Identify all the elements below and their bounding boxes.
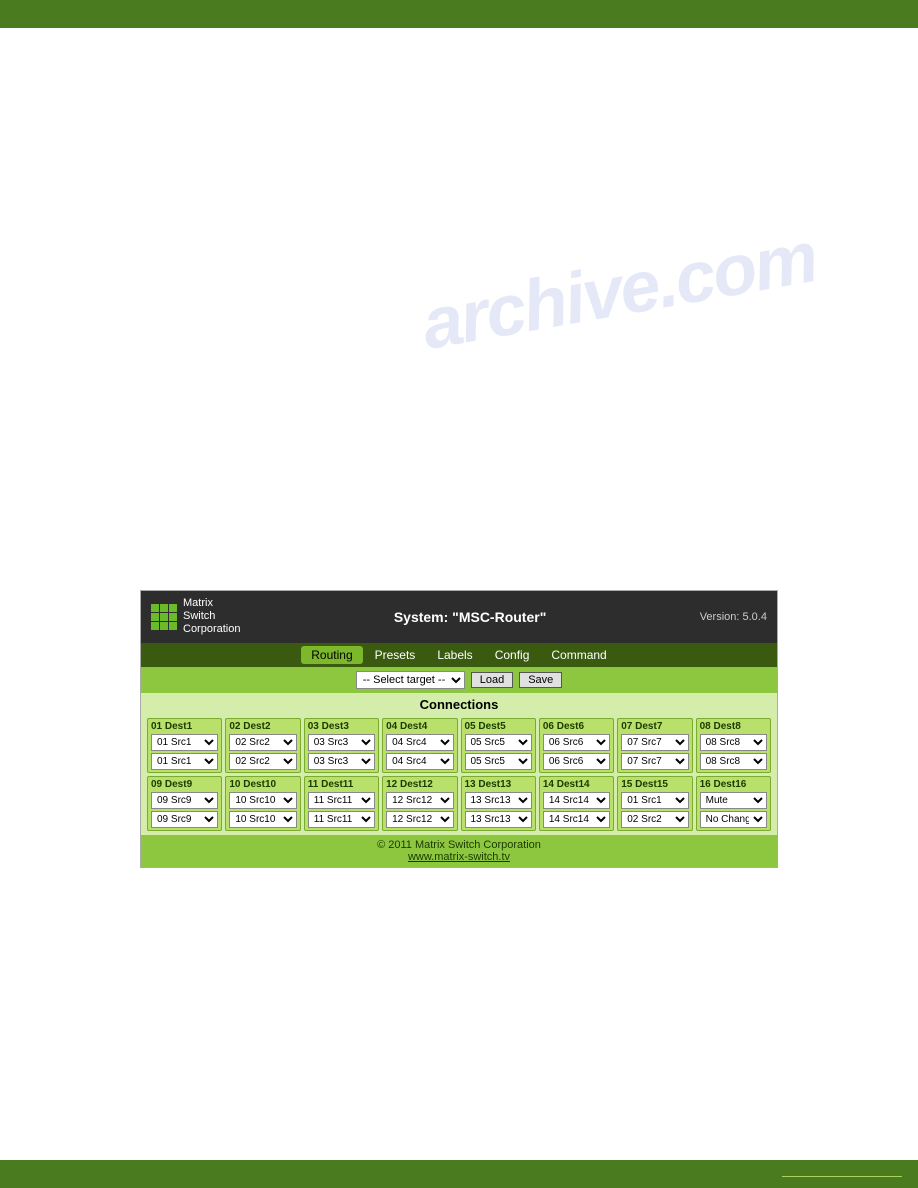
dest-label-dest10: 10 Dest10 xyxy=(229,779,296,790)
dest-label-dest9: 09 Dest9 xyxy=(151,779,218,790)
dest-label-dest14: 14 Dest14 xyxy=(543,779,610,790)
dest-select-dest2-1[interactable]: 02 Src2 xyxy=(229,753,296,770)
bottom-bar xyxy=(0,1160,918,1188)
dest-select-dest8-0[interactable]: 08 Src8 xyxy=(700,734,767,751)
dest-label-dest8: 08 Dest8 xyxy=(700,721,767,732)
dest-select-dest12-0[interactable]: 12 Src12 xyxy=(386,792,453,809)
dest-select-dest11-1[interactable]: 11 Src11 xyxy=(308,811,375,828)
dest-select-dest7-0[interactable]: 07 Src7 xyxy=(621,734,688,751)
dest-select-dest10-0[interactable]: 10 Src10 xyxy=(229,792,296,809)
dest-select-dest7-1[interactable]: 07 Src7 xyxy=(621,753,688,770)
dest-block-dest16: 16 Dest16 Mute No Change xyxy=(696,776,771,831)
save-button[interactable]: Save xyxy=(519,672,562,688)
connections-title: Connections xyxy=(141,693,777,714)
dest-select-dest8-1[interactable]: 08 Src8 xyxy=(700,753,767,770)
dest-label-dest3: 03 Dest3 xyxy=(308,721,375,732)
dest-select-dest12-1[interactable]: 12 Src12 xyxy=(386,811,453,828)
load-button[interactable]: Load xyxy=(471,672,513,688)
dest-select-dest3-0[interactable]: 03 Src3 xyxy=(308,734,375,751)
dest-select-dest13-0[interactable]: 13 Src13 xyxy=(465,792,532,809)
logo-text: MatrixSwitchCorporation xyxy=(183,597,240,637)
dest-select-dest9-1[interactable]: 09 Src9 xyxy=(151,811,218,828)
dest-label-dest4: 04 Dest4 xyxy=(386,721,453,732)
logo-cell xyxy=(169,622,177,630)
dest-block-dest3: 03 Dest3 03 Src3 03 Src3 xyxy=(304,718,379,773)
dest-label-dest16: 16 Dest16 xyxy=(700,779,767,790)
system-title: System: "MSC-Router" xyxy=(394,609,547,625)
dest-select-dest15-0[interactable]: 01 Src1 xyxy=(621,792,688,809)
version-label: Version: 5.0.4 xyxy=(700,611,767,623)
dest-block-dest4: 04 Dest4 04 Src4 04 Src4 xyxy=(382,718,457,773)
dest-select-dest4-1[interactable]: 04 Src4 xyxy=(386,753,453,770)
logo-cell xyxy=(160,604,168,612)
dest-label-dest6: 06 Dest6 xyxy=(543,721,610,732)
logo-cell xyxy=(160,613,168,621)
dest-block-dest14: 14 Dest14 14 Src14 14 Src14 xyxy=(539,776,614,831)
dest-select-dest1-1[interactable]: 01 Src1 xyxy=(151,753,218,770)
dest-block-dest7: 07 Dest7 07 Src7 07 Src7 xyxy=(617,718,692,773)
logo-cell xyxy=(151,622,159,630)
bottom-bar-line xyxy=(782,1176,902,1177)
dest-block-dest6: 06 Dest6 06 Src6 06 Src6 xyxy=(539,718,614,773)
top-bar xyxy=(0,0,918,28)
dest-select-dest4-0[interactable]: 04 Src4 xyxy=(386,734,453,751)
dest-select-dest14-0[interactable]: 14 Src14 xyxy=(543,792,610,809)
select-target[interactable]: -- Select target -- xyxy=(356,671,465,689)
dest-block-dest2: 02 Dest2 02 Src2 02 Src2 xyxy=(225,718,300,773)
tab-command[interactable]: Command xyxy=(541,646,616,664)
website-link[interactable]: www.matrix-switch.tv xyxy=(408,851,510,863)
watermark: archive.com xyxy=(416,216,822,366)
dest-block-dest12: 12 Dest12 12 Src12 12 Src12 xyxy=(382,776,457,831)
logo-cell xyxy=(160,622,168,630)
logo-grid xyxy=(151,604,177,630)
dest-select-dest16-1[interactable]: No Change xyxy=(700,811,767,828)
dest-select-dest9-0[interactable]: 09 Src9 xyxy=(151,792,218,809)
dest-label-dest13: 13 Dest13 xyxy=(465,779,532,790)
dest-select-dest1-0[interactable]: 01 Src1 xyxy=(151,734,218,751)
dest-select-dest11-0[interactable]: 11 Src11 xyxy=(308,792,375,809)
panel-header: MatrixSwitchCorporation System: "MSC-Rou… xyxy=(141,591,777,643)
logo-cell xyxy=(169,604,177,612)
panel-footer: © 2011 Matrix Switch Corporation www.mat… xyxy=(141,835,777,867)
dest-select-dest5-0[interactable]: 05 Src5 xyxy=(465,734,532,751)
dest-select-dest13-1[interactable]: 13 Src13 xyxy=(465,811,532,828)
dest-select-dest6-0[interactable]: 06 Src6 xyxy=(543,734,610,751)
dest-label-dest7: 07 Dest7 xyxy=(621,721,688,732)
logo-cell xyxy=(151,604,159,612)
dest-select-dest16-0[interactable]: Mute xyxy=(700,792,767,809)
dest-block-dest9: 09 Dest9 09 Src9 09 Src9 xyxy=(147,776,222,831)
dest-select-dest3-1[interactable]: 03 Src3 xyxy=(308,753,375,770)
dest-label-dest12: 12 Dest12 xyxy=(386,779,453,790)
dest-select-dest2-0[interactable]: 02 Src2 xyxy=(229,734,296,751)
logo-area: MatrixSwitchCorporation xyxy=(151,597,240,637)
dest-block-dest13: 13 Dest13 13 Src13 13 Src13 xyxy=(461,776,536,831)
dest-block-dest8: 08 Dest8 08 Src8 08 Src8 xyxy=(696,718,771,773)
tab-labels[interactable]: Labels xyxy=(427,646,482,664)
dest-label-dest2: 02 Dest2 xyxy=(229,721,296,732)
dest-select-dest15-1[interactable]: 02 Src2 xyxy=(621,811,688,828)
dest-select-dest5-1[interactable]: 05 Src5 xyxy=(465,753,532,770)
tab-routing[interactable]: Routing xyxy=(301,646,362,664)
copyright-text: © 2011 Matrix Switch Corporation xyxy=(145,839,773,851)
nav-bar: Routing Presets Labels Config Command xyxy=(141,643,777,667)
dest-block-dest10: 10 Dest10 10 Src10 10 Src10 xyxy=(225,776,300,831)
tab-presets[interactable]: Presets xyxy=(365,646,426,664)
dest-label-dest5: 05 Dest5 xyxy=(465,721,532,732)
dest-select-dest10-1[interactable]: 10 Src10 xyxy=(229,811,296,828)
dest-select-dest6-1[interactable]: 06 Src6 xyxy=(543,753,610,770)
dest-label-dest1: 01 Dest1 xyxy=(151,721,218,732)
tab-config[interactable]: Config xyxy=(485,646,540,664)
dest-block-dest1: 01 Dest1 01 Src1 01 Src1 xyxy=(147,718,222,773)
logo-cell xyxy=(169,613,177,621)
dest-select-dest14-1[interactable]: 14 Src14 xyxy=(543,811,610,828)
dest-block-dest11: 11 Dest11 11 Src11 11 Src11 xyxy=(304,776,379,831)
dest-label-dest11: 11 Dest11 xyxy=(308,779,375,790)
main-panel: MatrixSwitchCorporation System: "MSC-Rou… xyxy=(140,590,778,868)
dest-label-dest15: 15 Dest15 xyxy=(621,779,688,790)
destinations-grid: 01 Dest101 Src101 Src102 Dest202 Src202 … xyxy=(141,714,777,835)
dest-block-dest15: 15 Dest15 01 Src1 02 Src2 xyxy=(617,776,692,831)
logo-cell xyxy=(151,613,159,621)
toolbar: -- Select target -- Load Save xyxy=(141,667,777,693)
dest-block-dest5: 05 Dest5 05 Src5 05 Src5 xyxy=(461,718,536,773)
